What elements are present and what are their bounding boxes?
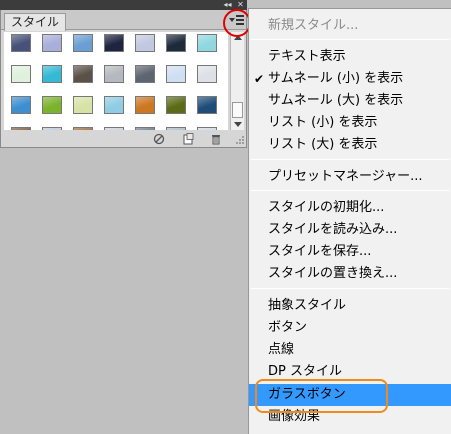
style-swatch[interactable] <box>197 65 217 83</box>
scroll-thumb[interactable] <box>232 102 243 118</box>
trash-icon[interactable] <box>210 133 222 145</box>
checkmark-icon: ✔ <box>254 72 265 86</box>
menu-item[interactable]: スタイルの置き換え... <box>249 263 451 285</box>
style-swatch[interactable] <box>73 96 93 114</box>
style-swatch-grid <box>4 32 228 130</box>
style-swatch[interactable] <box>104 65 124 83</box>
style-swatch[interactable] <box>11 34 31 52</box>
menu-item-label: テキスト表示 <box>268 49 346 64</box>
menu-item[interactable]: スタイルの初期化... <box>249 197 451 219</box>
menu-item[interactable]: ボタン <box>249 317 451 339</box>
panel-body: スタイル <box>0 10 247 148</box>
menu-item[interactable]: サムネール (大) を表示 <box>249 90 451 112</box>
menu-item-label: 点線 <box>268 342 295 357</box>
menu-item[interactable]: 抽象スタイル <box>249 295 451 317</box>
menu-item-label: ボタン <box>268 320 308 335</box>
menu-item-label: サムネール (小) を表示 <box>268 71 404 86</box>
scroll-down-icon[interactable] <box>234 122 242 127</box>
menu-item-label: スタイルを読み込み... <box>268 222 398 237</box>
tab-styles[interactable]: スタイル <box>4 13 66 31</box>
menu-separator <box>251 39 449 40</box>
style-swatch[interactable] <box>104 127 124 130</box>
menu-item-label: 新規スタイル... <box>268 18 359 33</box>
menu-item[interactable]: ✔ サムネール (小) を表示 <box>249 68 451 90</box>
style-swatch[interactable] <box>42 34 62 52</box>
panel-title-bar: ◂◂ ✕ <box>0 0 247 10</box>
new-style-icon[interactable] <box>182 133 194 145</box>
style-swatch[interactable] <box>197 127 217 130</box>
menu-item-label: スタイルの初期化... <box>268 200 385 215</box>
menu-item-label: 抽象スタイル <box>268 298 347 313</box>
style-swatch[interactable] <box>197 34 217 52</box>
clear-style-icon[interactable] <box>153 133 165 145</box>
style-swatch[interactable] <box>73 65 93 83</box>
styles-panel: ◂◂ ✕ スタイル <box>0 0 247 148</box>
collapse-icon[interactable]: ◂◂ <box>222 0 233 10</box>
menu-separator <box>251 159 449 160</box>
style-swatch[interactable] <box>11 127 31 130</box>
style-swatch[interactable] <box>11 96 31 114</box>
style-swatch[interactable] <box>104 34 124 52</box>
menu-item[interactable]: スタイルを読み込み... <box>249 219 451 241</box>
menu-item-label: DP スタイル <box>268 364 342 379</box>
menu-item[interactable]: プリセットマネージャー... <box>249 166 451 188</box>
menu-item-label: プリセットマネージャー... <box>268 169 423 184</box>
menu-item[interactable]: スタイルを保存... <box>249 241 451 263</box>
style-swatch[interactable] <box>73 34 93 52</box>
style-swatch[interactable] <box>135 65 155 83</box>
style-swatch[interactable] <box>166 34 186 52</box>
vertical-scrollbar[interactable] <box>230 32 244 130</box>
style-swatch[interactable] <box>73 127 93 130</box>
menu-button-highlight-annotation <box>223 9 251 37</box>
style-swatch[interactable] <box>197 96 217 114</box>
tab-strip: スタイル <box>1 10 246 31</box>
menu-item-label: サムネール (大) を表示 <box>268 93 404 108</box>
menu-separator <box>251 190 449 191</box>
style-swatch[interactable] <box>135 34 155 52</box>
style-swatch[interactable] <box>135 96 155 114</box>
menu-item[interactable]: リスト (大) を表示 <box>249 134 451 156</box>
style-swatch[interactable] <box>104 96 124 114</box>
style-swatch[interactable] <box>166 127 186 130</box>
glass-button-highlight-annotation <box>255 379 388 413</box>
style-swatch[interactable] <box>135 127 155 130</box>
panel-flyout-menu: 新規スタイル... テキスト表示 ✔ サムネール (小) を表示 サムネール (大) を… <box>248 8 451 434</box>
style-swatch[interactable] <box>42 127 62 130</box>
menu-item-label: リスト (大) を表示 <box>268 137 378 152</box>
menu-separator <box>251 288 449 289</box>
menu-item[interactable]: リスト (小) を表示 <box>249 112 451 134</box>
resize-grip-icon[interactable] <box>235 135 245 145</box>
panel-footer <box>1 131 246 147</box>
style-swatch[interactable] <box>11 65 31 83</box>
style-swatch[interactable] <box>166 65 186 83</box>
menu-item[interactable]: 新規スタイル... <box>249 15 451 37</box>
menu-item-label: スタイルを保存... <box>268 244 372 259</box>
menu-item[interactable]: テキスト表示 <box>249 46 451 68</box>
style-swatch[interactable] <box>42 65 62 83</box>
style-swatch[interactable] <box>166 96 186 114</box>
menu-item-label: スタイルの置き換え... <box>268 266 398 281</box>
menu-item[interactable]: 点線 <box>249 339 451 361</box>
style-swatch[interactable] <box>42 96 62 114</box>
menu-item-label: リスト (小) を表示 <box>268 115 378 130</box>
